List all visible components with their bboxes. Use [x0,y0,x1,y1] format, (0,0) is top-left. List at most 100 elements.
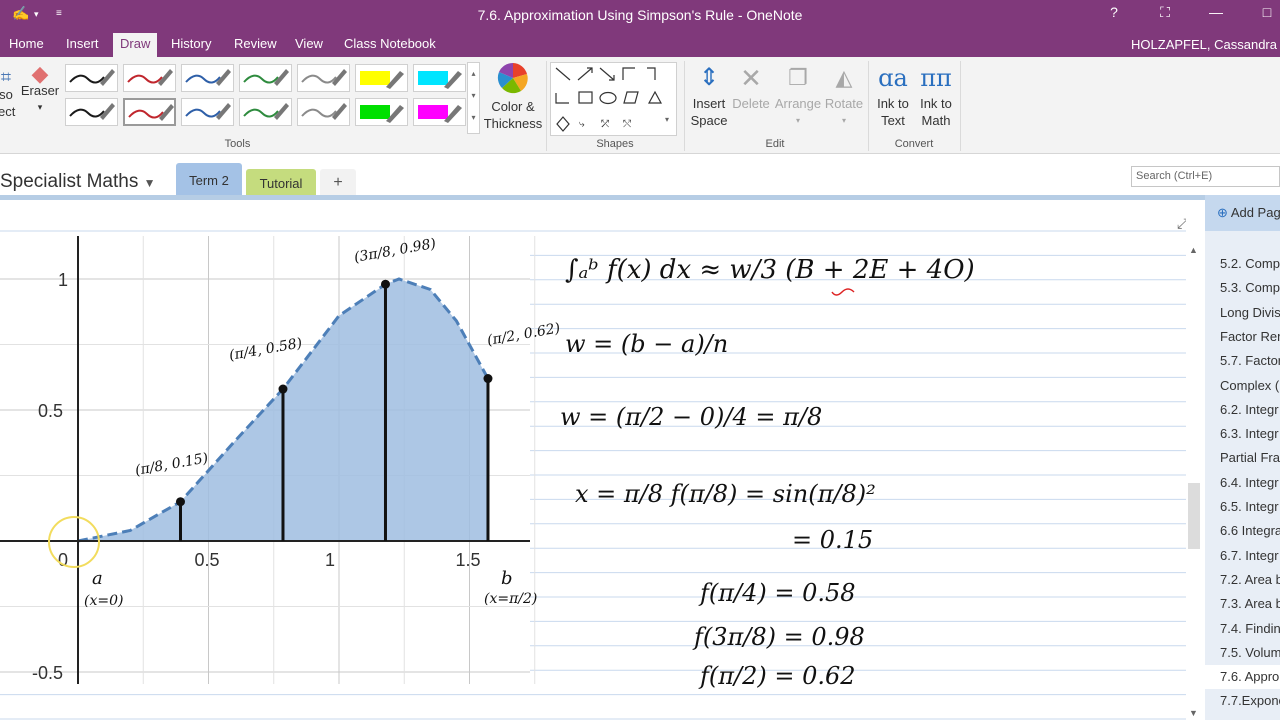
ink-to-math-icon: ππ [920,64,952,92]
insert-space-button[interactable]: ⇕ Insert Space [688,61,730,129]
pen-swatch[interactable] [65,98,118,126]
page-item[interactable]: 6.2. Integr [1205,398,1280,422]
add-page-button[interactable]: ⊕ Add Page [1205,195,1280,231]
pen-swatch[interactable] [65,64,118,92]
pen-swatch[interactable] [355,64,408,92]
arrange-button[interactable]: ❐ Arrange ▾ [773,61,823,129]
section-tab-tutorial[interactable]: Tutorial [246,169,316,197]
pen-swatch[interactable] [181,98,234,126]
page-item[interactable]: 5.2. Comp [1205,252,1280,276]
y-tick-label: 0.5 [38,401,63,421]
scroll-up-icon[interactable]: ▲ [1189,245,1198,255]
insert-space-label-1: Insert [692,96,726,111]
scroll-thumb[interactable] [1188,483,1200,549]
lasso-label: so [0,87,13,102]
note-line-3: w = (π/2 − 0)/4 = π/8 [560,403,822,431]
pen-swatch[interactable] [239,98,292,126]
pen-swatch[interactable] [123,64,176,92]
tab-history[interactable]: History [164,33,218,57]
ink-to-text-button[interactable]: ɑa Ink to Text [872,61,914,129]
page-item[interactable]: 6.5. Integr [1205,495,1280,519]
rotate-button[interactable]: ◭ Rotate ▾ [822,61,866,129]
pen-swatch[interactable] [355,98,408,126]
section-tab-term-2[interactable]: Term 2 [176,163,242,197]
pen-swatch[interactable] [239,64,292,92]
shapes-icons: ⤷ ⤱ ⤲ [555,67,663,132]
pen-gallery-scroll[interactable]: ▴ ▾ ▾ [467,62,480,134]
shapes-group-label: Shapes [596,138,634,150]
page-item[interactable]: 7.2. Area b [1205,568,1280,592]
handwritten-notes: ∫ₐᵇ f(x) dx ≈ w/3 (B + 2E + 4O) w = (b −… [560,255,975,690]
minimize-button[interactable]: — [1206,4,1226,20]
delete-icon: ✕ [740,63,762,93]
page-item[interactable]: Partial Frac [1205,446,1280,470]
tab-home[interactable]: Home [2,33,51,57]
insert-space-icon: ⇕ [698,64,720,91]
page-item[interactable]: 5.7. Factor [1205,349,1280,373]
plus-circle-icon: ⊕ [1217,205,1228,220]
arrange-icon: ❐ [788,65,808,90]
delete-button[interactable]: ✕ Delete [731,61,771,112]
add-section-button[interactable]: + [320,169,356,197]
eraser-button[interactable]: ◆ Eraser ▾ [20,61,60,116]
chevron-down-icon: ▼ [143,176,156,190]
delete-label: Delete [732,96,770,111]
help-button[interactable]: ? [1104,4,1124,20]
search-input[interactable]: Search (Ctrl+E) [1131,166,1280,187]
convert-group-label: Convert [894,138,934,150]
ink-to-text-label-2: Text [881,113,905,128]
page-item[interactable]: 6.6 Integra [1205,519,1280,543]
rotate-icon: ◭ [835,65,853,90]
separator [546,61,547,151]
shapes-gallery[interactable]: ⤷ ⤱ ⤲ [550,62,677,136]
pen-swatch[interactable] [297,64,350,92]
page-item[interactable]: Long Divis [1205,301,1280,325]
pen-swatch[interactable] [297,98,350,126]
separator [684,61,685,151]
data-point [380,279,390,289]
page-item[interactable]: 7.4. Findin [1205,617,1280,641]
note-line-7: f(3π/8) = 0.98 [692,623,865,651]
page-item[interactable]: 5.3. Comp [1205,276,1280,300]
pen-swatch[interactable] [413,98,466,126]
page-item[interactable]: 6.4. Integr [1205,471,1280,495]
page-scrollbar[interactable]: ▲ ▼ [1186,243,1202,720]
pen-swatch[interactable] [181,64,234,92]
color-thickness-label-1: Color & [491,99,535,114]
graph: 10.5-0.5 0 0.5 1 1.5 a (x=0) b (x=π/2) (π/8… [0,236,561,686]
lasso-select-button[interactable]: ⌗ so ect [0,68,15,120]
expand-icon[interactable]: ⤢ [1177,215,1186,231]
note-line-4: x = π/8 f(π/8) = sin(π/8)² [575,480,876,508]
page-item[interactable]: Factor Rem [1205,325,1280,349]
fullscreen-icon[interactable]: ⛶ [1155,4,1175,21]
page-item[interactable]: 7.5. Volum [1205,641,1280,665]
user-name[interactable]: HOLZAPFEL, Cassandra [1131,37,1277,52]
tab-review[interactable]: Review [227,33,284,57]
page-item[interactable]: 6.3. Integr [1205,422,1280,446]
x-tick-label: 1 [325,550,335,570]
eraser-icon: ◆ [31,61,49,86]
pen-swatch[interactable] [123,98,176,126]
edit-group-label: Edit [765,138,785,150]
page-item[interactable]: Complex ( [1205,374,1280,398]
page-item[interactable]: 7.6. Appro [1205,665,1280,690]
note-page[interactable]: ⤢ 1 0.5 -0.5 0 0.5 1 1.5 a (x=0) b (x=π/2) (π… [0,200,1186,720]
page-item[interactable]: 7.3. Area b [1205,592,1280,616]
shapes-more-icon[interactable]: ▾ [665,115,669,124]
ink-to-math-button[interactable]: ππ Ink to Math [915,61,957,129]
restore-button[interactable]: □ [1257,4,1277,20]
color-thickness-button[interactable]: Color & Thickness [482,62,544,132]
separator [960,61,961,151]
tab-view[interactable]: View [288,33,330,57]
page-item[interactable]: 6.7. Integr [1205,544,1280,568]
insert-space-label-2: Space [690,113,728,128]
page-item[interactable]: 7.7.Expone [1205,689,1280,713]
scroll-down-icon[interactable]: ▼ [1189,708,1198,718]
notebook-selector[interactable]: Specialist Maths ▼ [0,171,156,193]
tab-insert[interactable]: Insert [59,33,106,57]
pen-swatch[interactable] [413,64,466,92]
tab-draw[interactable]: Draw [113,33,158,57]
note-line-5: = 0.15 [792,526,873,554]
tab-class-notebook[interactable]: Class Notebook [337,33,443,57]
color-wheel-icon [497,62,528,94]
